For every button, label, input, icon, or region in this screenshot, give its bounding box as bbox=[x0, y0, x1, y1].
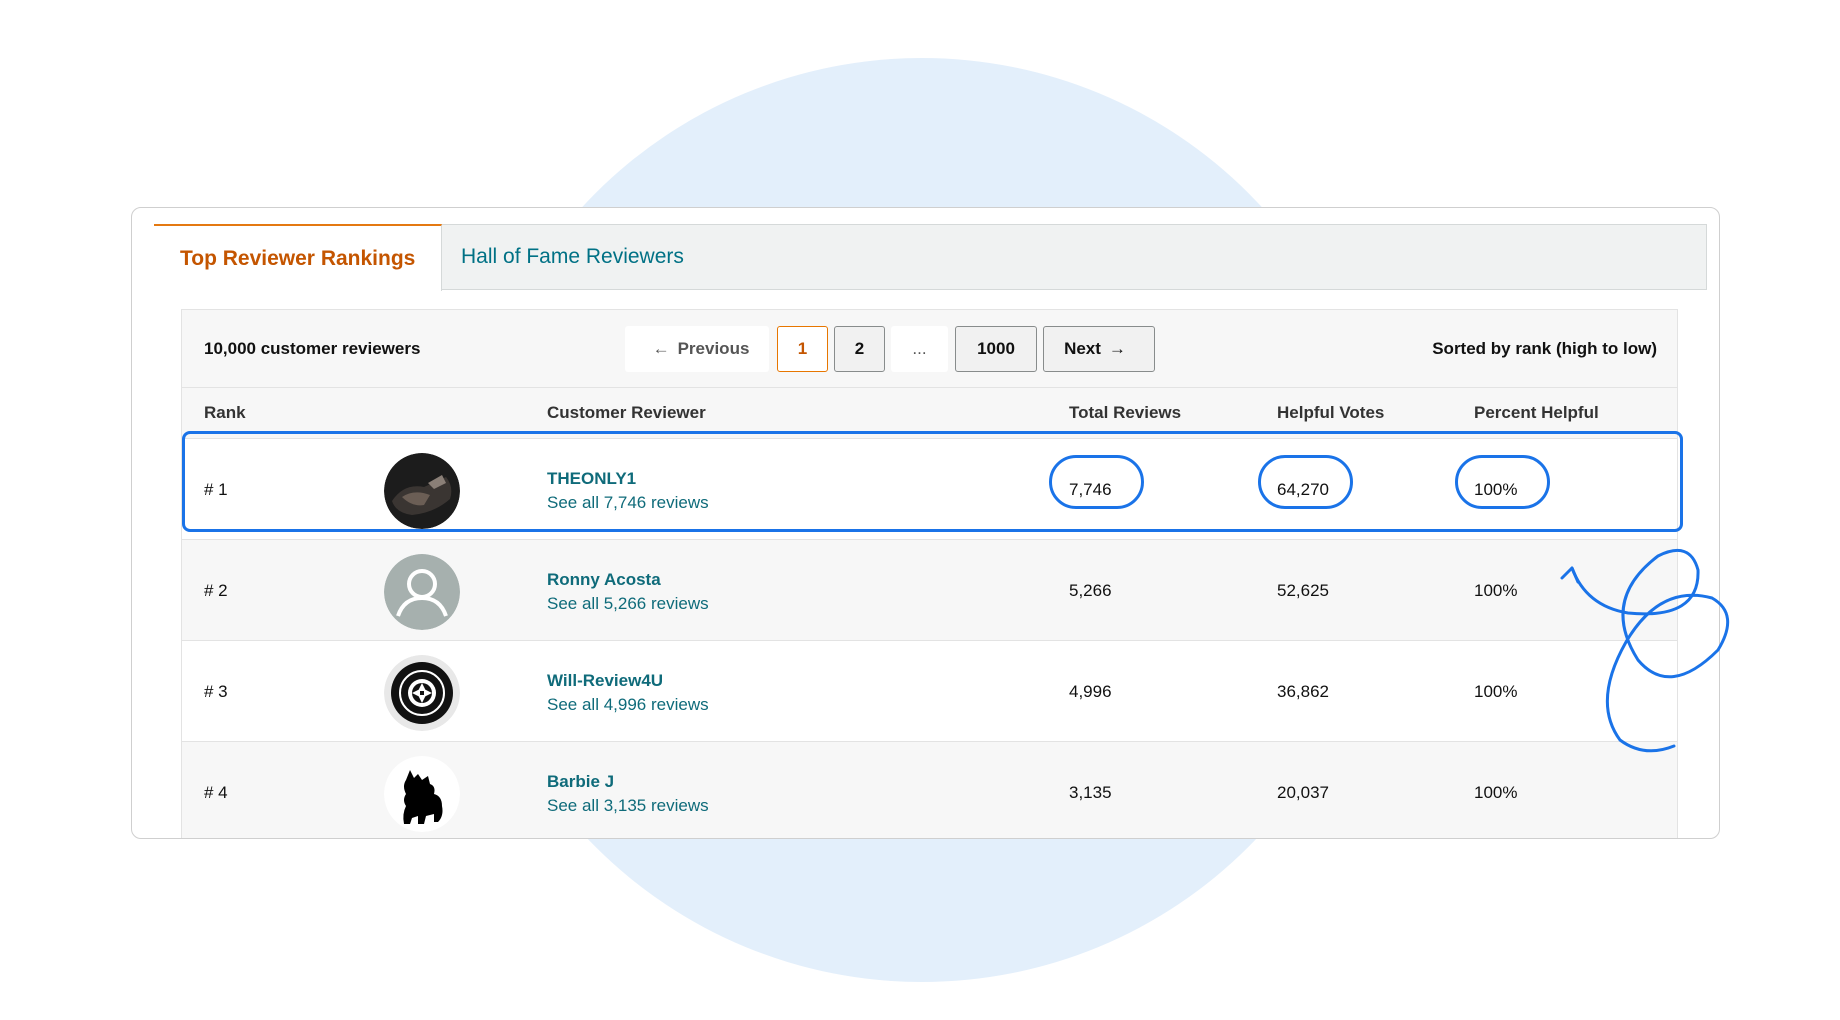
reviewer-name-link[interactable]: Barbie J bbox=[547, 772, 614, 792]
arrow-right-icon: → bbox=[1108, 339, 1126, 358]
reviewer-name-link[interactable]: Will-Review4U bbox=[547, 671, 663, 691]
camera-aperture-logo[interactable] bbox=[384, 655, 460, 731]
column-header-total-reviews: Total Reviews bbox=[1069, 403, 1182, 422]
see-all-reviews-link[interactable]: See all 5,266 reviews bbox=[547, 594, 709, 614]
percent-helpful-value: 100% bbox=[1474, 581, 1518, 600]
helpful-votes-value: 52,625 bbox=[1277, 581, 1329, 600]
total-reviews-circle-annotation bbox=[1049, 455, 1144, 509]
see-all-reviews-link[interactable]: See all 3,135 reviews bbox=[547, 796, 709, 816]
dog-silhouette-icon[interactable] bbox=[384, 756, 460, 832]
reviewer-count: 10,000 customer reviewers bbox=[204, 339, 421, 358]
total-reviews-value: 3,135 bbox=[1069, 783, 1112, 802]
pagination-ellipsis: ... bbox=[891, 326, 948, 372]
total-reviews-value: 5,266 bbox=[1069, 581, 1112, 600]
rank-value: # 2 bbox=[204, 581, 228, 600]
tab-bar: Top Reviewer Rankings Hall of Fame Revie… bbox=[154, 224, 1707, 291]
table-row: # 2 Ronny Acosta See all 5,266 reviews 5… bbox=[182, 539, 1677, 640]
column-header-percent-helpful: Percent Helpful bbox=[1474, 403, 1599, 422]
column-header-reviewer: Customer Reviewer bbox=[547, 403, 706, 422]
total-reviews-value: 4,996 bbox=[1069, 682, 1112, 701]
table-row: # 3 Will-Review4U See all 4,996 reviews … bbox=[182, 640, 1677, 741]
helpful-votes-circle-annotation bbox=[1258, 455, 1353, 509]
toolbar: 10,000 customer reviewers ← Previous 1 2… bbox=[182, 310, 1677, 388]
default-user-icon[interactable] bbox=[384, 554, 460, 630]
next-label: Next bbox=[1064, 339, 1101, 358]
table-row: # 4 Barbie J See all 3,135 reviews 3,135… bbox=[182, 741, 1677, 838]
rank-value: # 4 bbox=[204, 783, 228, 802]
tab-top-reviewer-rankings[interactable]: Top Reviewer Rankings bbox=[154, 224, 443, 291]
rankings-panel: 10,000 customer reviewers ← Previous 1 2… bbox=[181, 309, 1678, 838]
page-2-button[interactable]: 2 bbox=[834, 326, 885, 372]
tab-hall-of-fame-reviewers[interactable]: Hall of Fame Reviewers bbox=[435, 224, 710, 290]
column-header-rank: Rank bbox=[204, 403, 246, 422]
column-header-helpful-votes: Helpful Votes bbox=[1277, 403, 1385, 422]
sort-indicator: Sorted by rank (high to low) bbox=[1432, 339, 1657, 358]
helpful-votes-value: 20,037 bbox=[1277, 783, 1329, 802]
percent-helpful-value: 100% bbox=[1474, 783, 1518, 802]
percent-helpful-value: 100% bbox=[1474, 682, 1518, 701]
previous-label: Previous bbox=[677, 339, 750, 358]
curly-arrow-annotation bbox=[1560, 548, 1730, 753]
helpful-votes-value: 36,862 bbox=[1277, 682, 1329, 701]
rank-value: # 3 bbox=[204, 682, 228, 701]
next-button[interactable]: Next → bbox=[1043, 326, 1155, 372]
see-all-reviews-link[interactable]: See all 4,996 reviews bbox=[547, 695, 709, 715]
page-last-button[interactable]: 1000 bbox=[955, 326, 1037, 372]
previous-button[interactable]: ← Previous bbox=[625, 326, 769, 372]
page-1-button[interactable]: 1 bbox=[777, 326, 828, 372]
arrow-left-icon: ← bbox=[652, 339, 670, 358]
reviewer-name-link[interactable]: Ronny Acosta bbox=[547, 570, 661, 590]
percent-helpful-circle-annotation bbox=[1455, 455, 1550, 509]
